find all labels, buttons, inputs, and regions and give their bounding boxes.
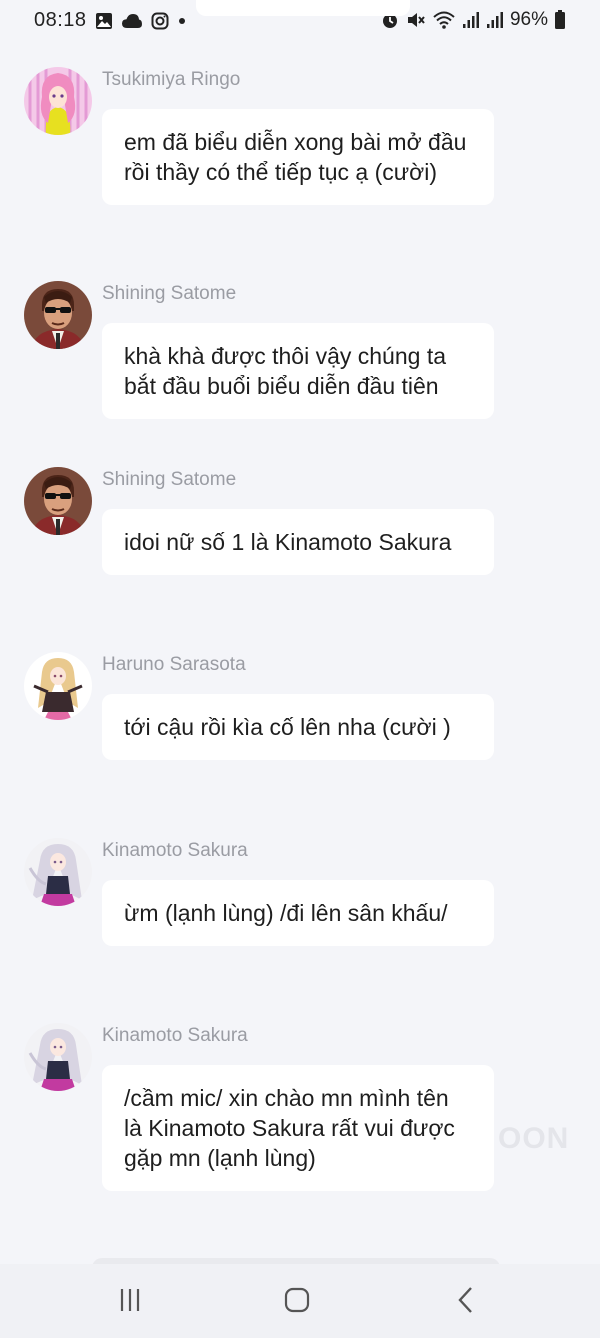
watermark: OON xyxy=(498,1122,570,1155)
back-button[interactable] xyxy=(446,1282,486,1322)
home-icon xyxy=(283,1286,311,1319)
signal-icon xyxy=(462,11,480,29)
sender-name: Kinamoto Sakura xyxy=(102,1025,248,1046)
status-right: 96% xyxy=(380,9,566,31)
message-bubble[interactable]: khà khà được thôi vậy chúng ta bắt đầu b… xyxy=(102,323,494,419)
dot-icon xyxy=(177,16,187,26)
avatar[interactable] xyxy=(24,1023,92,1091)
wifi-icon xyxy=(432,10,456,30)
instagram-icon xyxy=(151,12,169,30)
back-icon xyxy=(454,1286,478,1319)
message-bubble[interactable]: em đã biểu diễn xong bài mở đầu rồi thầy… xyxy=(102,109,494,205)
avatar[interactable] xyxy=(24,281,92,349)
status-time: 08:18 xyxy=(34,9,87,31)
avatar[interactable] xyxy=(24,838,92,906)
home-button[interactable] xyxy=(277,1282,317,1322)
battery-percent: 96% xyxy=(509,9,548,30)
sender-name: Shining Satome xyxy=(102,469,237,490)
previous-card-edge xyxy=(196,0,410,16)
signal-icon xyxy=(486,11,504,29)
navigation-bar xyxy=(0,1264,600,1338)
status-left: 08:18 xyxy=(34,9,187,32)
recents-icon xyxy=(117,1287,143,1318)
battery-icon xyxy=(554,10,566,30)
recents-button[interactable] xyxy=(110,1282,150,1322)
cloud-icon xyxy=(121,13,143,29)
message-bubble[interactable]: ừm (lạnh lùng) /đi lên sân khấu/ xyxy=(102,880,494,946)
avatar[interactable] xyxy=(24,467,92,535)
avatar[interactable] xyxy=(24,652,92,720)
sender-name: Haruno Sarasota xyxy=(102,654,246,675)
message-bubble[interactable]: tới cậu rồi kìa cố lên nha (cười ) xyxy=(102,694,494,760)
message-bubble[interactable]: /cầm mic/ xin chào mn mình tên là Kinamo… xyxy=(102,1065,494,1191)
sender-name: Tsukimiya Ringo xyxy=(102,69,241,90)
sender-name: Kinamoto Sakura xyxy=(102,840,248,861)
message-bubble[interactable]: idoi nữ số 1 là Kinamoto Sakura xyxy=(102,509,494,575)
sender-name: Shining Satome xyxy=(102,283,237,304)
image-icon xyxy=(95,12,113,30)
avatar[interactable] xyxy=(24,67,92,135)
mute-icon xyxy=(406,10,426,30)
